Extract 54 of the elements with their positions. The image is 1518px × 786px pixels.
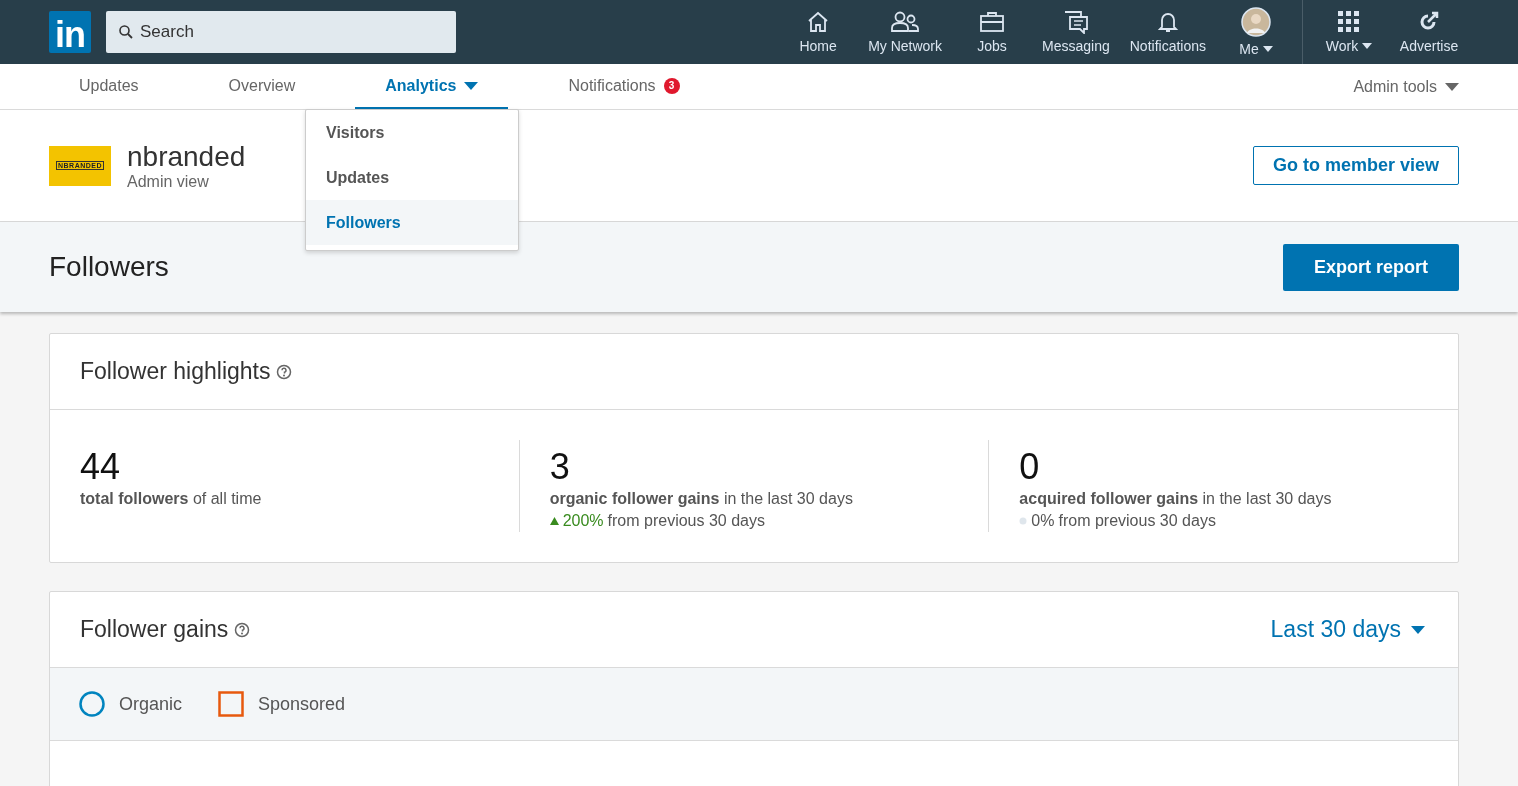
legend-label: Organic — [119, 693, 183, 715]
nav-item[interactable]: Notifications — [1119, 0, 1216, 64]
stat-value: 0 — [1019, 448, 1041, 486]
admin-tools-menu[interactable]: Admin tools — [1353, 64, 1459, 109]
caret-icon — [1411, 625, 1425, 634]
help-icon[interactable] — [276, 363, 293, 380]
stat-description: acquired follower gains in the last 30 days — [1019, 489, 1333, 508]
caret-icon — [1362, 43, 1373, 49]
logo[interactable]: in — [49, 11, 91, 53]
stat-description: total followers of all time — [80, 489, 263, 508]
tab[interactable]: Overview — [198, 64, 326, 109]
nav-item[interactable]: Jobs — [952, 0, 1033, 64]
card-title: Follower gains — [80, 616, 229, 643]
grid-icon — [1337, 10, 1361, 34]
bell-icon — [1155, 10, 1180, 34]
nav-item[interactable]: Me — [1216, 0, 1296, 64]
caret-icon — [464, 81, 479, 90]
company-name: nbranded — [127, 140, 246, 173]
search-icon — [118, 24, 134, 40]
dot-icon — [1019, 516, 1028, 525]
stat-value: 3 — [549, 448, 571, 486]
change-percent: 0% — [1031, 511, 1055, 530]
briefcase-icon — [979, 10, 1006, 34]
tab[interactable]: Updates — [49, 64, 169, 109]
caret-icon — [1262, 46, 1273, 52]
people-icon — [890, 10, 921, 34]
range-dropdown[interactable]: Last 30 days — [1270, 616, 1425, 643]
chat-icon — [1062, 10, 1089, 34]
tab[interactable]: Notifications 3 — [538, 64, 710, 109]
nav-item[interactable]: Work — [1309, 0, 1389, 64]
stat-description: organic follower gains in the last 30 days — [549, 489, 854, 508]
company-subtitle: Admin view — [127, 172, 210, 191]
member-view-button[interactable]: Go to member view — [1252, 146, 1459, 185]
nav-item[interactable]: My Network — [858, 0, 953, 64]
change-text: from previous 30 days — [1058, 511, 1216, 530]
change-text: from previous 30 days — [607, 511, 765, 530]
change-percent: 200% — [562, 511, 604, 530]
legend-label: Sponsored — [258, 693, 346, 715]
page-title: Followers — [49, 251, 169, 283]
card-title: Follower highlights — [80, 358, 271, 385]
menu-item[interactable]: Visitors — [306, 110, 518, 155]
up-triangle-icon — [549, 516, 559, 525]
help-icon[interactable] — [234, 621, 251, 638]
menu-item[interactable]: Followers — [306, 200, 518, 245]
nav-item[interactable]: Advertise — [1389, 0, 1469, 64]
export-button[interactable]: Export report — [1283, 243, 1459, 291]
caret-icon — [1445, 82, 1459, 91]
search-field[interactable]: Search — [106, 11, 456, 53]
nav-item[interactable]: Messaging — [1032, 0, 1120, 64]
avatar-icon — [1241, 7, 1271, 37]
stat-value: 44 — [80, 448, 122, 486]
notification-count: 3 — [663, 77, 680, 94]
nav-item[interactable]: Home — [778, 0, 859, 64]
menu-item[interactable]: Updates — [306, 155, 518, 200]
